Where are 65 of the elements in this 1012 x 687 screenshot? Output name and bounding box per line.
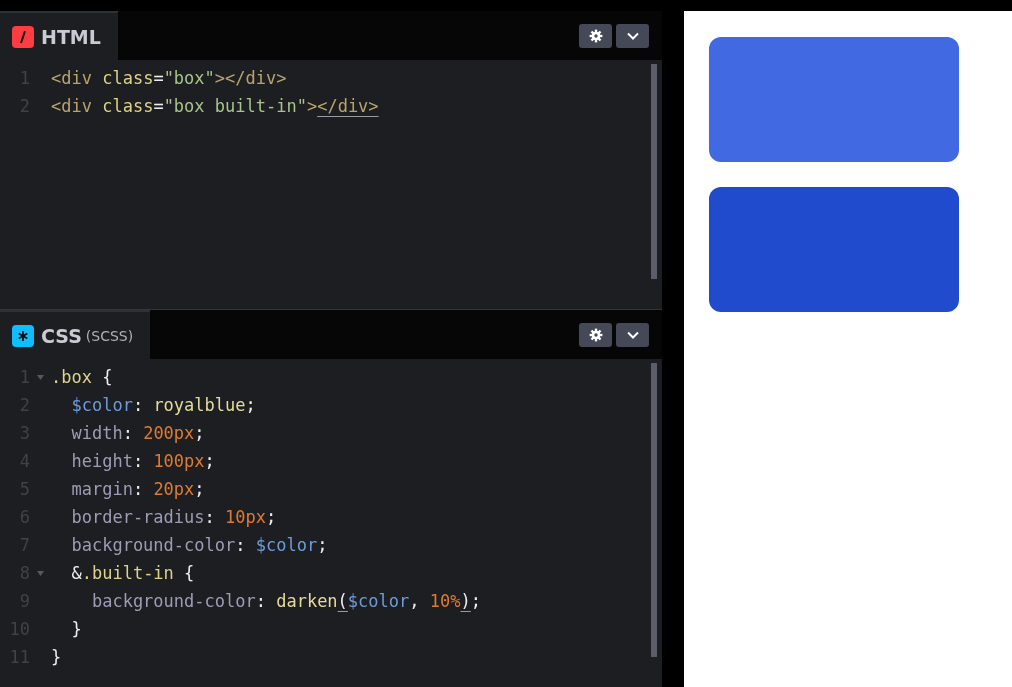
settings-button[interactable] [579,322,612,347]
code-property: border-radius [70,507,205,527]
code-text: = [153,68,164,88]
code-text: ; [265,507,277,527]
code-text: ; [204,451,215,471]
dropdown-button[interactable] [616,322,649,347]
code-value: royalblue [153,395,246,415]
code-text: = [153,96,164,116]
code-text: ; [245,395,256,415]
code-text: : [132,479,145,499]
matched-bracket: ( [337,591,348,611]
code-text: & [70,563,82,583]
code-text: , [409,591,421,611]
code-selector: .built-in [81,563,174,583]
code-attribute: class [101,96,154,116]
matched-bracket: ) [460,591,471,611]
code-text: : [204,507,216,527]
code-text: ; [317,535,328,555]
code-text: } [51,647,62,667]
scrollbar[interactable] [651,363,657,657]
code-property: height [70,451,133,471]
code-property: margin [70,479,133,499]
code-property: width [70,423,123,443]
code-text: } [70,619,82,639]
code-text: ; [194,423,205,443]
html-icon [12,25,34,48]
code-number: 100px [153,451,205,471]
code-selector: .box [51,367,92,387]
code-number: 10% [429,591,461,611]
asterisk-icon [12,324,34,347]
code-property: background-color [70,535,236,555]
code-value: darken [276,591,338,611]
code-text: : [132,451,145,471]
code-number: 200px [143,423,195,443]
code-tag: ></div> [214,68,287,88]
scrollbar[interactable] [651,64,657,279]
code-variable: $color [347,591,410,611]
code-variable: $color [70,395,133,415]
code-text: { [101,367,113,387]
editor-tab[interactable]: HTML [0,11,118,60]
editor-tab[interactable]: CSS (SCSS) [0,310,151,359]
settings-icon [588,28,603,43]
code-tag: <div [51,96,92,116]
code-variable: $color [255,535,318,555]
code-string: "box" [163,68,215,88]
chevron-down-icon [625,30,640,41]
code-attribute: class [101,68,154,88]
code-tag: > [306,96,318,116]
code-text: { [183,563,195,583]
matched-tag: </div> [317,96,379,116]
code-text: : [255,591,267,611]
chevron-down-icon [625,329,640,340]
code-number: 10px [225,507,266,527]
code-tag: <div [51,68,92,88]
code-text: : [132,395,145,415]
code-text: : [122,423,134,443]
code-string: "box built-in" [163,96,307,116]
code-text: ; [470,591,481,611]
dropdown-button[interactable] [616,23,649,48]
code-text: : [235,535,247,555]
code-property: background-color [90,591,256,611]
code-text: ; [194,479,205,499]
settings-button[interactable] [579,23,612,48]
settings-icon [588,327,603,342]
code-number: 20px [153,479,195,499]
